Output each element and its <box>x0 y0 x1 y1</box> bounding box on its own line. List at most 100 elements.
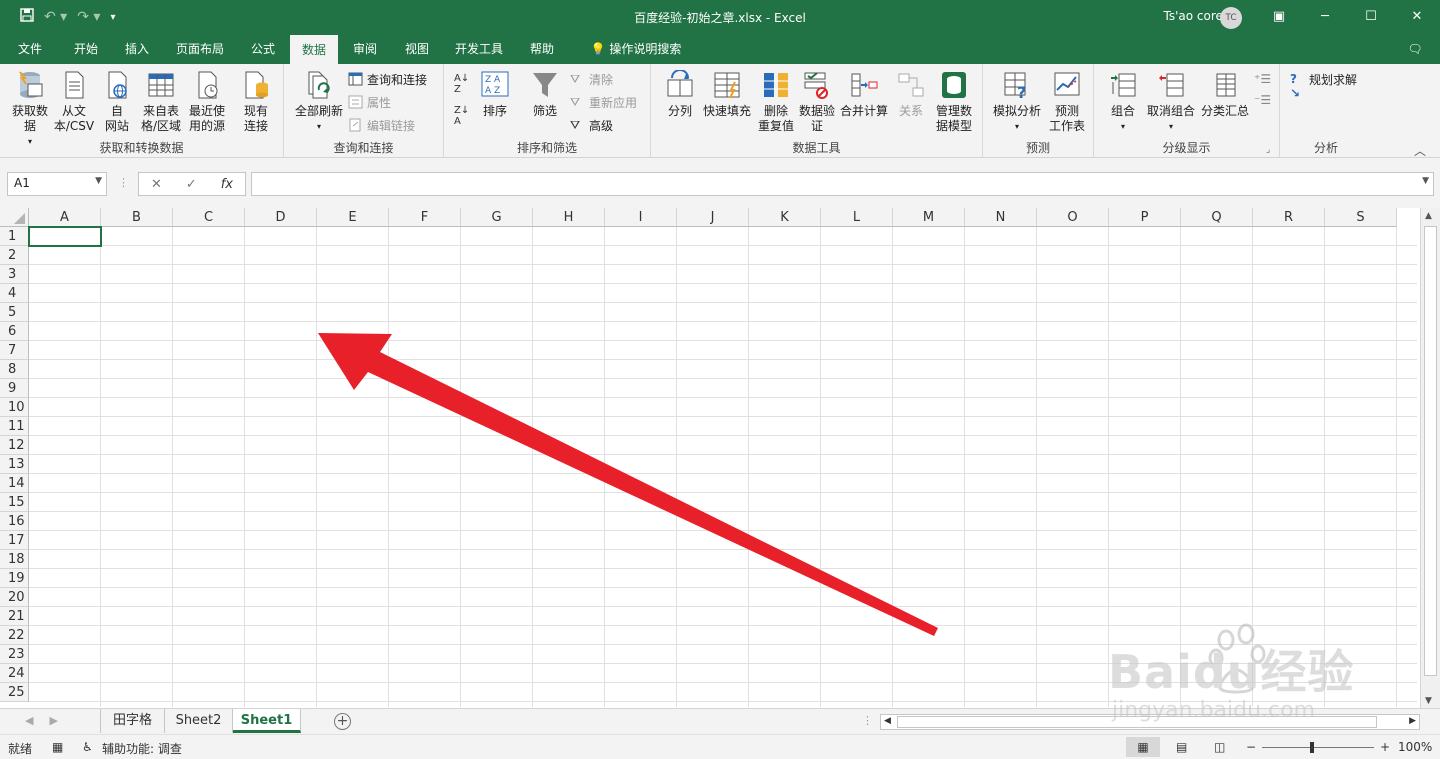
row-header-1[interactable]: 1 <box>0 227 29 246</box>
tab-data[interactable]: 数据 <box>290 35 338 64</box>
clear-filter-button[interactable]: ⛛ 清除 <box>570 69 613 89</box>
tab-view[interactable]: 视图 <box>396 34 438 64</box>
formula-input[interactable]: ▼ <box>251 172 1434 196</box>
data-validation-button[interactable]: 数据验 证 <box>797 70 837 134</box>
page-layout-view-icon[interactable]: ▤ <box>1176 740 1187 754</box>
column-header-g[interactable]: G <box>461 208 533 227</box>
column-header-n[interactable]: N <box>965 208 1037 227</box>
tab-split-grip-icon[interactable]: ⋮ <box>862 714 873 727</box>
row-header-7[interactable]: 7 <box>0 341 29 360</box>
reapply-button[interactable]: ⛛ 重新应用 <box>570 92 637 112</box>
row-header-18[interactable]: 18 <box>0 550 29 569</box>
zoom-out-icon[interactable]: − <box>1246 740 1256 754</box>
tab-help[interactable]: 帮助 <box>520 34 564 64</box>
get-data-button[interactable]: 获取数 据 ▾ <box>8 70 52 149</box>
scroll-up-icon[interactable]: ▲ <box>1425 211 1432 221</box>
next-sheet-icon[interactable]: ▶ <box>49 714 57 727</box>
accessibility-icon[interactable]: ♿ <box>82 740 93 754</box>
active-cell-a1[interactable] <box>28 226 102 247</box>
row-header-6[interactable]: 6 <box>0 322 29 341</box>
show-detail-button[interactable]: ⁺☰ <box>1254 69 1271 89</box>
add-sheet-icon[interactable]: + <box>334 713 351 730</box>
name-box-dropdown-icon[interactable]: ▼ <box>95 176 102 186</box>
vertical-scroll-thumb[interactable] <box>1424 226 1437 676</box>
avatar[interactable]: TC <box>1220 7 1242 29</box>
accessibility-status[interactable]: 辅助功能: 调查 <box>102 740 182 757</box>
zoom-slider[interactable] <box>1262 742 1374 753</box>
column-header-d[interactable]: D <box>245 208 317 227</box>
prev-sheet-icon[interactable]: ◀ <box>25 714 33 727</box>
remove-duplicates-button[interactable]: 删除 重复值 <box>755 70 797 134</box>
group-button[interactable]: 组合 ▾ <box>1104 70 1142 134</box>
row-header-8[interactable]: 8 <box>0 360 29 379</box>
existing-connections-button[interactable]: 现有 连接 <box>236 70 276 134</box>
row-header-16[interactable]: 16 <box>0 512 29 531</box>
select-all-corner[interactable] <box>0 208 29 227</box>
forecast-sheet-button[interactable]: 预测 工作表 <box>1047 70 1087 134</box>
flash-fill-button[interactable]: 快速填充 <box>701 70 753 119</box>
collapse-ribbon-icon[interactable]: ︿ <box>1414 140 1426 160</box>
sheet-tab-tianzige[interactable]: 田字格 <box>101 709 165 733</box>
vertical-scrollbar[interactable]: ▲ ▼ <box>1420 208 1440 708</box>
column-header-b[interactable]: B <box>101 208 173 227</box>
row-header-11[interactable]: 11 <box>0 417 29 436</box>
row-header-25[interactable]: 25 <box>0 683 29 702</box>
row-header-21[interactable]: 21 <box>0 607 29 626</box>
sheet-tab-sheet1[interactable]: Sheet1 <box>233 709 301 733</box>
row-header-19[interactable]: 19 <box>0 569 29 588</box>
tell-me-search[interactable]: 💡 操作说明搜索 <box>578 34 694 64</box>
tab-insert[interactable]: 插入 <box>116 34 158 64</box>
column-header-r[interactable]: R <box>1253 208 1325 227</box>
properties-button[interactable]: 属性 <box>348 92 391 112</box>
ungroup-button[interactable]: 取消组合 ▾ <box>1144 70 1198 134</box>
column-header-o[interactable]: O <box>1037 208 1109 227</box>
consolidate-button[interactable]: 合并计算 <box>839 70 889 119</box>
column-header-k[interactable]: K <box>749 208 821 227</box>
column-header-m[interactable]: M <box>893 208 965 227</box>
column-header-i[interactable]: I <box>605 208 677 227</box>
row-header-22[interactable]: 22 <box>0 626 29 645</box>
comments-icon[interactable]: 🗨 <box>1400 34 1430 64</box>
row-header-12[interactable]: 12 <box>0 436 29 455</box>
row-header-24[interactable]: 24 <box>0 664 29 683</box>
row-header-4[interactable]: 4 <box>0 284 29 303</box>
column-header-h[interactable]: H <box>533 208 605 227</box>
page-break-view-icon[interactable]: ◫ <box>1214 740 1225 754</box>
zoom-slider-knob[interactable] <box>1310 742 1314 753</box>
tab-page-layout[interactable]: 页面布局 <box>168 34 232 64</box>
scroll-right-icon[interactable]: ▶ <box>1409 716 1416 726</box>
manage-data-model-button[interactable]: 管理数 据模型 <box>933 70 975 134</box>
tab-file[interactable]: 文件 <box>10 34 50 64</box>
sheet-tab-sheet2[interactable]: Sheet2 <box>165 709 233 733</box>
column-header-q[interactable]: Q <box>1181 208 1253 227</box>
tab-home[interactable]: 开始 <box>64 34 108 64</box>
normal-view-icon[interactable]: ▦ <box>1126 737 1160 757</box>
text-to-columns-button[interactable]: 分列 <box>663 70 697 119</box>
scroll-down-icon[interactable]: ▼ <box>1425 696 1432 706</box>
from-web-button[interactable]: 自 网站 <box>98 70 136 134</box>
queries-connections-button[interactable]: 查询和连接 <box>348 69 427 89</box>
scroll-left-icon[interactable]: ◀ <box>884 716 891 726</box>
from-table-button[interactable]: 来自表 格/区域 <box>138 70 184 134</box>
ribbon-display-icon[interactable]: ▣ <box>1256 0 1302 34</box>
row-header-15[interactable]: 15 <box>0 493 29 512</box>
column-header-f[interactable]: F <box>389 208 461 227</box>
sort-ascending-button[interactable]: A↓ Z <box>454 73 469 95</box>
insert-function-icon[interactable]: fx <box>221 177 233 192</box>
from-text-csv-button[interactable]: 从文 本/CSV <box>52 70 96 134</box>
column-header-l[interactable]: L <box>821 208 893 227</box>
enter-icon[interactable]: ✓ <box>186 177 197 192</box>
sort-descending-button[interactable]: Z↓ A <box>454 105 469 127</box>
row-header-23[interactable]: 23 <box>0 645 29 664</box>
column-header-a[interactable]: A <box>29 208 101 227</box>
filter-button[interactable]: 筛选 <box>528 70 562 119</box>
zoom-in-icon[interactable]: + <box>1380 740 1390 754</box>
row-header-5[interactable]: 5 <box>0 303 29 322</box>
row-header-14[interactable]: 14 <box>0 474 29 493</box>
name-box[interactable]: A1 ▼ <box>7 172 107 196</box>
recent-sources-button[interactable]: 最近使 用的源 <box>184 70 230 134</box>
row-header-2[interactable]: 2 <box>0 246 29 265</box>
macro-record-icon[interactable]: ▦ <box>52 740 63 754</box>
row-header-13[interactable]: 13 <box>0 455 29 474</box>
column-header-e[interactable]: E <box>317 208 389 227</box>
